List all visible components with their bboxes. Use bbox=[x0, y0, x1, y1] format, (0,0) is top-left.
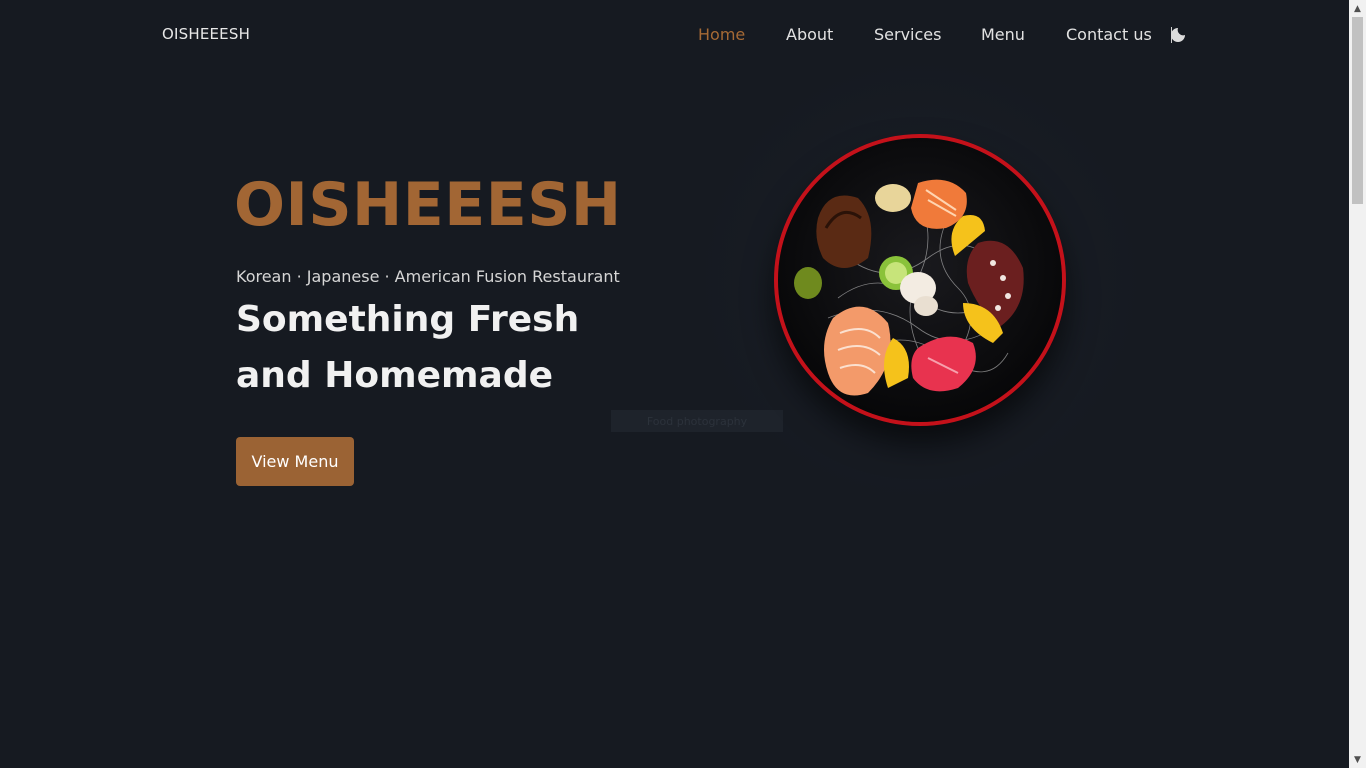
sushi-illustration bbox=[778, 138, 1062, 422]
hero-image bbox=[694, 54, 1146, 506]
scroll-down-icon[interactable]: ▼ bbox=[1349, 751, 1366, 768]
nav-home-link[interactable]: Home bbox=[698, 24, 745, 46]
vertical-scrollbar[interactable]: ▲ ▼ bbox=[1349, 0, 1366, 768]
hero-heading-line-2: and Homemade bbox=[236, 355, 554, 396]
moon-icon bbox=[1171, 28, 1185, 42]
hero-subtitle: Korean · Japanese · American Fusion Rest… bbox=[236, 267, 620, 286]
nav-menu-link[interactable]: Menu bbox=[981, 24, 1025, 46]
main-nav: Home About Services Menu Contact us bbox=[0, 24, 1349, 48]
nav-about-link[interactable]: About bbox=[786, 24, 833, 46]
nav-services-link[interactable]: Services bbox=[874, 24, 941, 46]
sushi-plate bbox=[774, 134, 1066, 426]
hero-heading-line-1: Something Fresh bbox=[236, 299, 580, 340]
scroll-up-icon[interactable]: ▲ bbox=[1349, 0, 1366, 17]
view-menu-button[interactable]: View Menu bbox=[236, 437, 354, 486]
nav-contact-link[interactable]: Contact us bbox=[1066, 24, 1152, 46]
hero-heading: Something Fresh and Homemade bbox=[236, 292, 579, 404]
scroll-thumb[interactable] bbox=[1352, 17, 1363, 204]
theme-toggle-button[interactable] bbox=[1168, 25, 1188, 45]
hero-title: OISHEEESH bbox=[234, 170, 622, 240]
page: OISHEEESH Home About Services Menu Conta… bbox=[0, 0, 1349, 768]
